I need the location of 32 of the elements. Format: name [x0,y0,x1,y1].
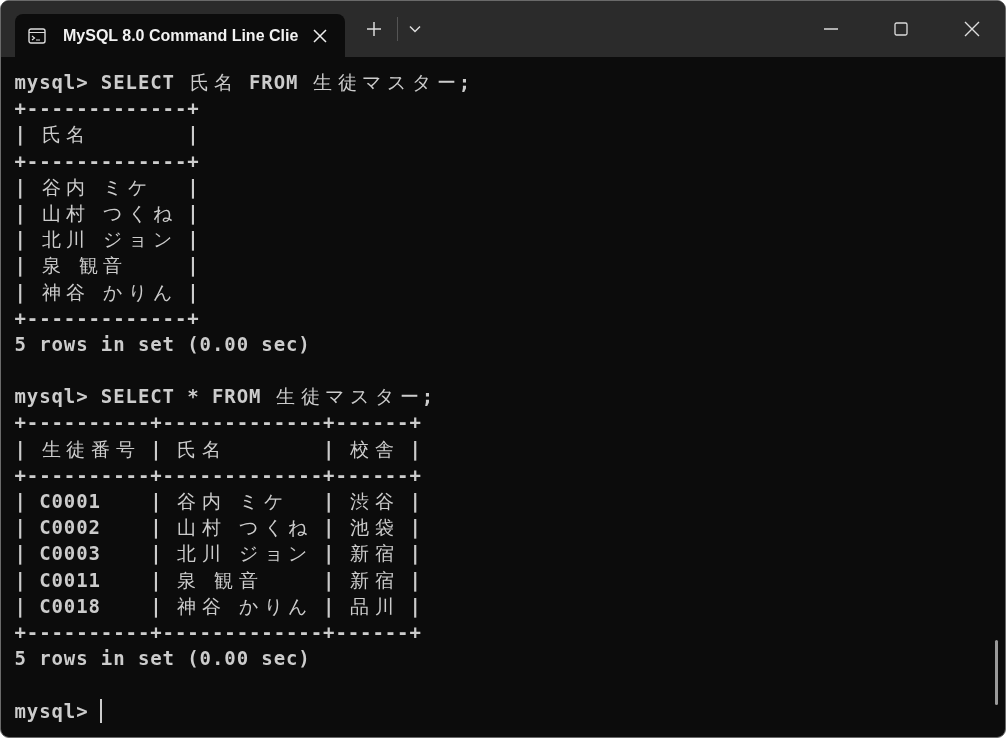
output-line: +----------+-------------+------+ [14,410,422,436]
output-line: | C0018 | 神谷 かりん | 品川 | [14,593,422,619]
terminal-icon [28,27,46,44]
output-line: | 氏名 | [14,122,200,148]
close-tab-icon[interactable] [313,28,327,43]
output-line: | 山村 つくね | [14,200,200,227]
output-line: | 谷内 ミケ | [14,174,200,200]
status-text: 5 rows in set (0.00 sec) [14,646,311,672]
close-icon[interactable] [964,21,980,37]
output-line: | C0001 | 谷内 ミケ | 渋谷 | [14,489,422,515]
output-line: | 神谷 かりん | [14,279,200,305]
output-line: | 泉 観音 | [14,253,200,279]
command-text: mysql> SELECT 氏名 FROM 生徒マスター; [14,70,471,95]
output-line: | C0011 | 泉 観音 | 新宿 | [14,567,422,593]
maximize-icon[interactable] [894,22,908,36]
command-text: mysql> SELECT * FROM 生徒マスター; [14,384,434,410]
new-tab-icon[interactable] [366,21,382,37]
scrollbar-thumb[interactable] [995,640,998,705]
chevron-down-icon[interactable] [409,25,421,33]
output-line: +----------+-------------+------+ [14,462,422,488]
text-cursor [100,698,103,723]
output-line: | 生徒番号 | 氏名 | 校舎 | [14,436,422,462]
output-line: +----------+-------------+------+ [14,619,422,645]
prompt-text: mysql> [14,698,89,724]
output-line: +-------------+ [14,305,200,331]
terminal-tab[interactable]: MySQL 8.0 Command Line Clie [15,14,345,57]
output-line: | 北川 ジョン | [14,227,200,253]
output-line: +-------------+ [14,96,200,122]
status-text: 5 rows in set (0.00 sec) [14,331,311,357]
output-line: | C0002 | 山村 つくね | 池袋 | [14,515,422,541]
output-line: | C0003 | 北川 ジョン | 新宿 | [14,541,422,567]
output-line: +-------------+ [14,148,200,174]
